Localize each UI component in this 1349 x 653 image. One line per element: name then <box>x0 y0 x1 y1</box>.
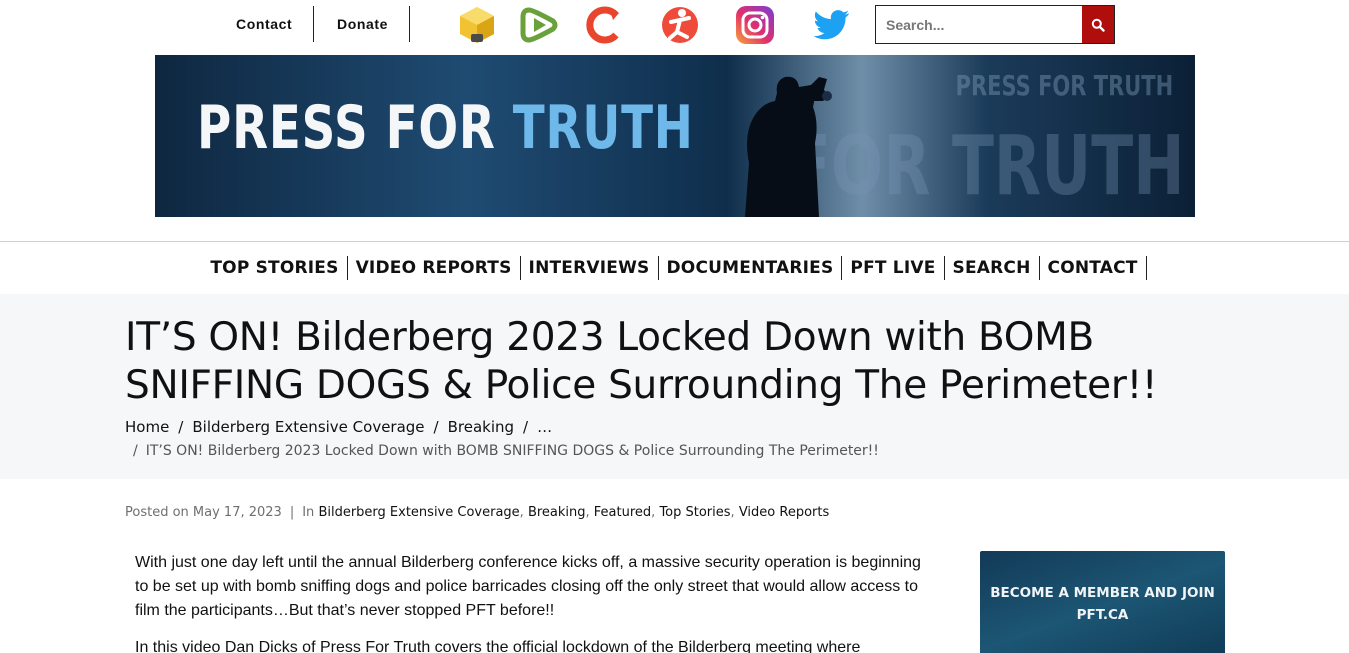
nav-item-search[interactable]: SEARCH <box>945 256 1040 280</box>
banner-ghost-text-small: PRESS FOR TRUTH <box>955 69 1173 102</box>
nav-item-video-reports[interactable]: VIDEO REPORTS <box>348 256 521 280</box>
in-label: In <box>302 505 315 520</box>
search-box <box>875 5 1115 44</box>
banner-logo-part2: TRUTH <box>512 93 694 163</box>
breadcrumb-home[interactable]: Home <box>125 418 169 436</box>
twitter-icon[interactable] <box>810 4 852 46</box>
breadcrumb-separator: / <box>133 443 138 459</box>
meta-separator: | <box>289 505 295 520</box>
main-nav: TOP STORIES VIDEO REPORTS INTERVIEWS DOC… <box>0 242 1349 294</box>
breadcrumb-bilderberg[interactable]: Bilderberg Extensive Coverage <box>192 418 424 436</box>
nav-item-contact[interactable]: CONTACT <box>1040 256 1147 280</box>
article-paragraph: In this video Dan Dicks of Press For Tru… <box>135 639 861 653</box>
top-divider <box>409 6 410 42</box>
posted-on-label: Posted on <box>125 505 189 520</box>
breadcrumb-separator: / <box>433 418 439 436</box>
breadcrumb-breaking[interactable]: Breaking <box>448 418 514 436</box>
promo-line-2: PFT.CA <box>1076 607 1129 623</box>
top-bar: Contact Donate <box>0 0 1349 55</box>
promo-text: BECOME A MEMBER AND JOIN PFT.CA <box>980 582 1225 626</box>
banner-logo: PRESS FOR TRUTH <box>197 93 694 163</box>
search-button[interactable] <box>1082 6 1114 43</box>
breadcrumb-current: IT’S ON! Bilderberg 2023 Locked Down wit… <box>145 443 879 459</box>
rumble-icon[interactable] <box>519 4 561 46</box>
article-paragraph: With just one day left until the annual … <box>135 554 921 619</box>
page-title: IT’S ON! Bilderberg 2023 Locked Down wit… <box>125 315 1158 408</box>
nav-item-pft-live[interactable]: PFT LIVE <box>842 256 945 280</box>
breadcrumb-separator: / <box>523 418 529 436</box>
donate-link[interactable]: Donate <box>337 6 388 42</box>
locals-icon[interactable] <box>456 4 498 46</box>
cameraman-silhouette-icon <box>745 76 832 217</box>
category-link[interactable]: Bilderberg Extensive Coverage <box>318 505 519 520</box>
breadcrumb: Home / Bilderberg Extensive Coverage / Break… <box>125 418 552 436</box>
category-link[interactable]: Breaking <box>528 505 586 520</box>
top-divider <box>313 6 314 42</box>
breadcrumb-separator: / <box>178 418 184 436</box>
breadcrumb-current-row: / IT’S ON! Bilderberg 2023 Locked Down wi… <box>133 443 879 459</box>
post-meta: Posted on May 17, 2023 | In Bilderberg Ext… <box>125 505 830 520</box>
category-link[interactable]: Featured <box>594 505 651 520</box>
banner-logo-part1: PRESS FOR <box>197 93 513 163</box>
nav-item-interviews[interactable]: INTERVIEWS <box>521 256 659 280</box>
search-input[interactable] <box>876 6 1082 43</box>
promo-line-1: BECOME A MEMBER AND JOIN <box>990 585 1215 601</box>
category-link[interactable]: Video Reports <box>739 505 829 520</box>
nav-item-documentaries[interactable]: DOCUMENTARIES <box>659 256 843 280</box>
search-icon <box>1091 18 1105 32</box>
odysee-icon[interactable] <box>583 4 625 46</box>
category-link[interactable]: Top Stories <box>659 505 730 520</box>
article-body: With just one day left until the annual … <box>135 551 935 653</box>
odysee-alt-icon[interactable] <box>659 4 701 46</box>
contact-link[interactable]: Contact <box>236 6 292 42</box>
post-date: May 17, 2023 <box>192 505 282 520</box>
site-banner[interactable]: PRESS FOR TRUTH FOR TRUTH PRESS FOR TRUT… <box>155 55 1195 217</box>
membership-promo-banner[interactable]: BECOME A MEMBER AND JOIN PFT.CA <box>980 551 1225 653</box>
instagram-icon[interactable] <box>734 4 776 46</box>
nav-item-top-stories[interactable]: TOP STORIES <box>202 256 348 280</box>
breadcrumb-ellipsis: … <box>537 418 553 436</box>
